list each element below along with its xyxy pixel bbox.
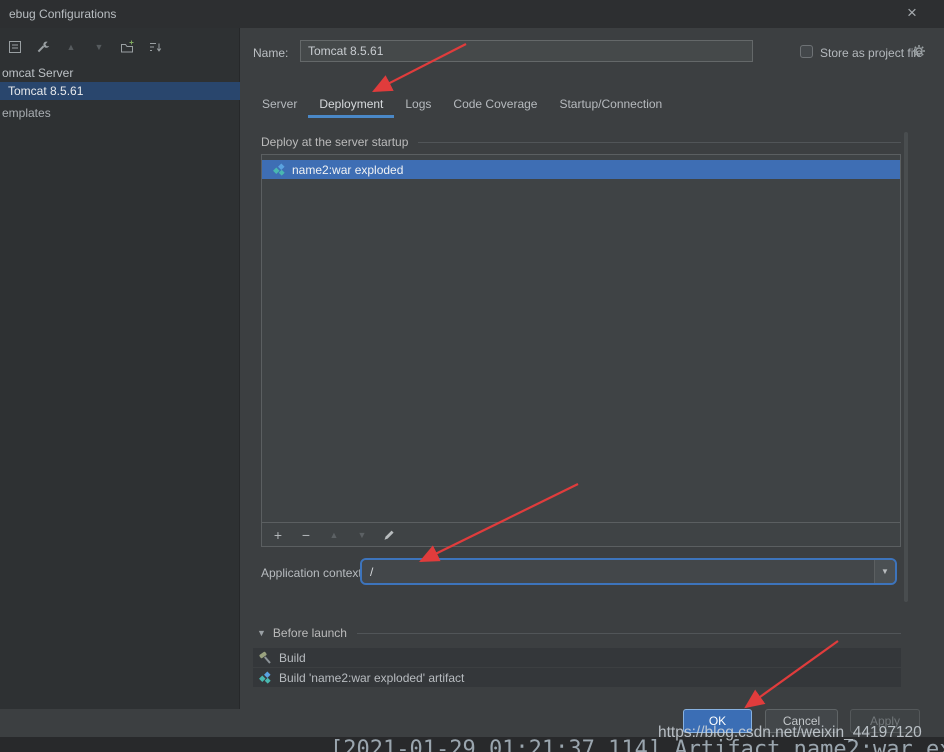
close-icon: × <box>907 3 917 22</box>
deployment-list[interactable]: name2:war exploded <box>261 154 901 523</box>
before-launch-item-label: Build <box>279 651 306 665</box>
new-folder-icon[interactable] <box>118 38 136 56</box>
close-button[interactable]: × <box>902 3 922 23</box>
name-label: Name: <box>253 46 288 60</box>
tab-server[interactable]: Server <box>251 90 308 118</box>
list-item-name2-war-exploded[interactable]: name2:war exploded <box>262 160 900 179</box>
move-down-icon[interactable]: ▼ <box>354 527 370 543</box>
dialog-title: ebug Configurations <box>9 7 116 21</box>
hammer-icon <box>258 651 272 665</box>
edit-pencil-icon[interactable] <box>382 528 398 542</box>
list-item-label: name2:war exploded <box>292 163 403 177</box>
sidebar-item-tomcat-server[interactable]: omcat Server <box>2 66 73 80</box>
store-as-project-file-label: Store as project file <box>820 46 923 60</box>
config-tabs: Server Deployment Logs Code Coverage Sta… <box>251 90 673 118</box>
move-down-icon[interactable]: ▼ <box>90 38 108 56</box>
sidebar-item-templates[interactable]: emplates <box>2 106 51 120</box>
before-launch-title: Before launch <box>273 626 347 640</box>
gear-icon[interactable] <box>912 44 926 58</box>
move-up-icon[interactable]: ▲ <box>326 527 342 543</box>
application-context-combobox: ▼ <box>360 558 897 585</box>
sidebar-toolbar: ▲ ▼ <box>6 38 164 56</box>
watermark-text: https://blog.csdn.net/weixin_44197120 <box>658 724 922 742</box>
before-launch-item-build-artifact[interactable]: Build 'name2:war exploded' artifact <box>253 668 901 687</box>
tab-code-coverage[interactable]: Code Coverage <box>442 90 548 118</box>
dropdown-button[interactable]: ▼ <box>874 560 895 583</box>
wrench-icon[interactable] <box>34 38 52 56</box>
name-input[interactable] <box>300 40 753 62</box>
vertical-scrollbar[interactable] <box>904 132 908 602</box>
titlebar: ebug Configurations × <box>0 0 944 28</box>
section-divider <box>418 142 901 143</box>
add-icon[interactable]: + <box>270 527 286 543</box>
artifact-icon <box>258 671 272 685</box>
before-launch-item-build[interactable]: Build <box>253 648 901 667</box>
before-launch-list: Build Build 'name2:war exploded' artifac… <box>253 648 901 688</box>
before-launch-item-label: Build 'name2:war exploded' artifact <box>279 671 464 685</box>
application-context-input[interactable] <box>362 560 874 583</box>
deployment-list-toolbar: + − ▲ ▼ <box>261 523 901 547</box>
application-context-label: Application context: <box>261 566 365 580</box>
configurations-sidebar: ▲ ▼ omcat Server Tomcat 8.5.61 emplates <box>0 28 240 709</box>
deploy-section-title: Deploy at the server startup <box>261 135 408 149</box>
remove-icon[interactable]: − <box>298 527 314 543</box>
debug-configurations-dialog: ebug Configurations × ▲ ▼ omcat Server T… <box>0 0 944 752</box>
tab-logs[interactable]: Logs <box>394 90 442 118</box>
artifact-icon <box>272 163 286 177</box>
collapse-triangle-icon[interactable]: ▼ <box>257 628 266 638</box>
tab-deployment[interactable]: Deployment <box>308 90 394 118</box>
sidebar-item-tomcat-8561[interactable]: Tomcat 8.5.61 <box>0 82 240 100</box>
sort-icon[interactable] <box>146 38 164 56</box>
tab-startup-connection[interactable]: Startup/Connection <box>548 90 673 118</box>
chevron-down-icon: ▼ <box>881 567 889 576</box>
before-launch-header: ▼ Before launch <box>257 626 901 640</box>
store-as-project-file-checkbox[interactable] <box>800 45 813 58</box>
deploy-section-header: Deploy at the server startup <box>261 135 901 149</box>
section-divider <box>357 633 901 634</box>
templates-list-icon[interactable] <box>6 38 24 56</box>
move-up-icon[interactable]: ▲ <box>62 38 80 56</box>
